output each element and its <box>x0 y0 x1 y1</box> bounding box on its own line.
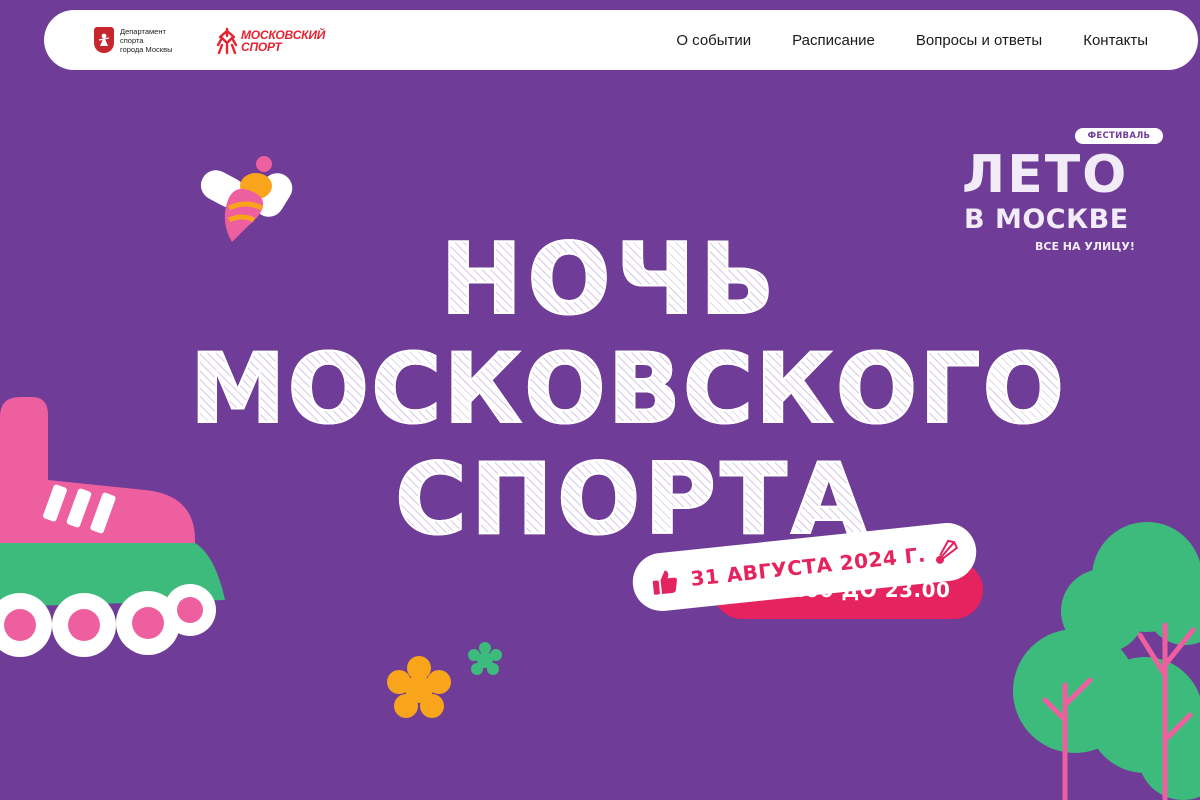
flower-icon <box>387 656 451 718</box>
department-line: спорта <box>120 35 144 45</box>
festival-slogan: ВСЕ НА УЛИЦУ! <box>1035 240 1135 253</box>
hero-title-text: НОЧЬ <box>439 223 780 337</box>
bee-icon <box>200 156 293 242</box>
moscow-crest-icon <box>94 27 114 53</box>
nav-about[interactable]: О событии <box>676 32 751 49</box>
hero-title-text: МОСКОВСКОГО <box>189 333 1067 445</box>
festival-tag: ФЕСТИВАЛЬ <box>1075 128 1163 144</box>
site-header: Департамент спорта города Москвы МОСКОВС… <box>44 10 1198 70</box>
event-date: 31 АВГУСТА 2024 Г. <box>689 542 928 591</box>
hero-title-line1: НОЧЬ <box>439 223 780 337</box>
department-line: города Москвы <box>120 44 173 54</box>
thumbs-up-icon <box>652 570 677 595</box>
moscow-sport-mark-icon <box>216 27 238 55</box>
department-line: Департамент <box>120 26 166 36</box>
nav-schedule[interactable]: Расписание <box>792 32 875 49</box>
nav-contacts[interactable]: Контакты <box>1083 32 1148 49</box>
hero-title-line3: СПОРТА <box>394 444 868 556</box>
tree-icon <box>1013 522 1200 800</box>
hero-title-line2: МОСКОВСКОГО <box>189 334 1065 444</box>
department-logo[interactable]: Департамент спорта города Москвы <box>94 24 194 56</box>
nav-faq[interactable]: Вопросы и ответы <box>916 32 1042 49</box>
department-name: Департамент спорта города Москвы <box>120 27 194 54</box>
shuttlecock-icon <box>936 539 959 564</box>
moscow-sport-wordmark: МОСКОВСКИЙ СПОРТ <box>241 29 325 53</box>
festival-name-line2: В МОСКВЕ <box>964 204 1129 235</box>
moscow-sport-logo[interactable]: МОСКОВСКИЙ СПОРТ <box>216 26 325 56</box>
brand-line: СПОРТ <box>241 40 282 54</box>
festival-name-line1: ЛЕТО <box>962 145 1129 205</box>
main-nav: О событии Расписание Вопросы и ответы Ко… <box>676 10 1148 70</box>
flower-icon <box>468 642 502 675</box>
